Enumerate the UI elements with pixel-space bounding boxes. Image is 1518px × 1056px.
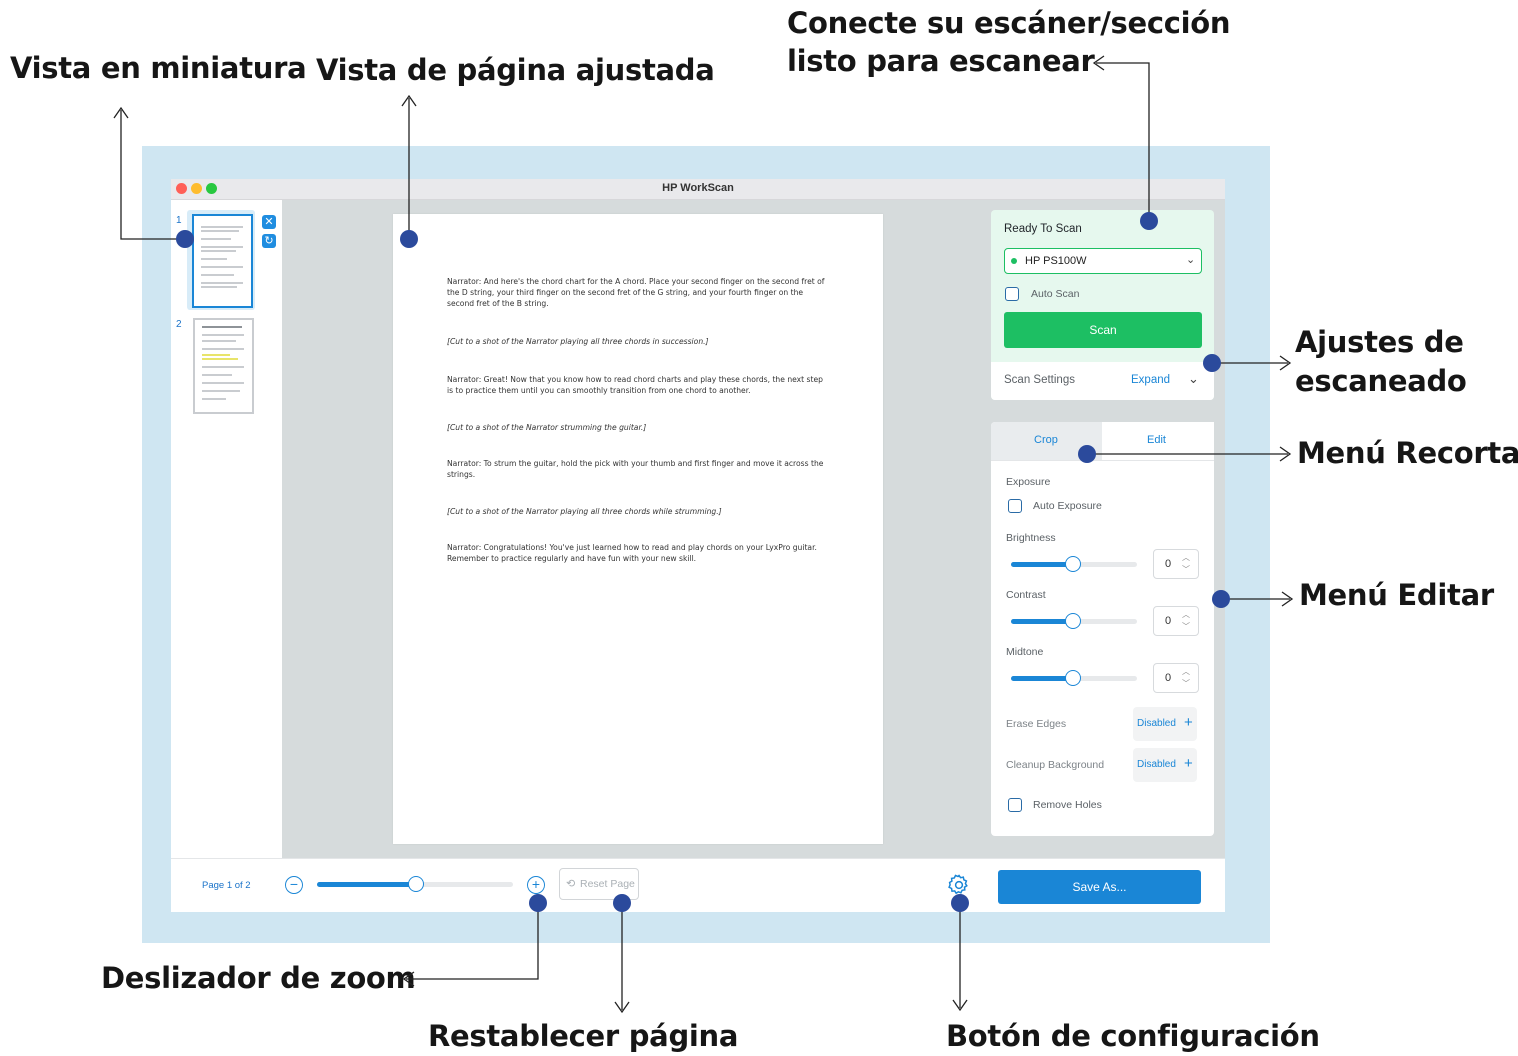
callout-marker-zoom	[529, 894, 547, 912]
callout-marker-settings	[951, 894, 969, 912]
callout-marker-page-view	[400, 230, 418, 248]
callout-marker-reset-page	[613, 894, 631, 912]
callout-marker-edit-menu	[1212, 590, 1230, 608]
callout-marker-thumbnail	[176, 230, 194, 248]
callout-arrows	[113, 55, 1294, 1014]
callout-marker-scanner	[1140, 212, 1158, 230]
callout-marker-scan-settings	[1203, 354, 1221, 372]
callout-marker-crop-menu	[1078, 445, 1096, 463]
